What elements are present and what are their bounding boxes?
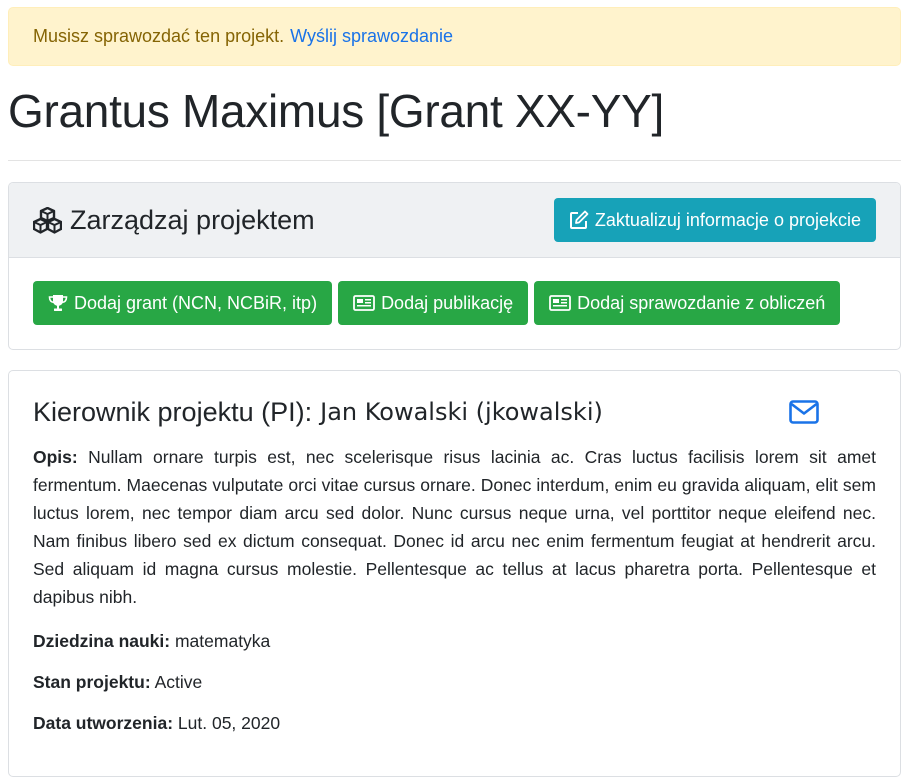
add-computation-report-label: Dodaj sprawozdanie z obliczeń xyxy=(577,292,826,313)
newspaper-icon xyxy=(549,295,572,311)
add-publication-button[interactable]: Dodaj publikację xyxy=(338,281,529,325)
manage-project-title: Zarządzaj projektem xyxy=(33,205,315,236)
project-state-value: Active xyxy=(154,672,203,692)
science-field: Dziedzina nauki: matematyka xyxy=(33,631,876,652)
update-project-info-label: Zaktualizuj informacje o projekcie xyxy=(594,209,861,230)
update-project-info-button[interactable]: Zaktualizuj informacje o projekcie xyxy=(553,198,876,242)
creation-date-value: Lut. 05, 2020 xyxy=(177,713,281,733)
project-description: Opis: Nullam ornare turpis est, nec scel… xyxy=(33,443,876,611)
manage-project-title-text: Zarządzaj projektem xyxy=(70,204,315,235)
science-field-value: matematyka xyxy=(174,631,271,651)
edit-icon xyxy=(569,210,589,230)
alert-text: Musisz sprawozdać ten projekt. xyxy=(33,26,285,46)
pi-label: Kierownik projektu (PI): xyxy=(33,396,313,427)
project-state-label: Stan projektu: xyxy=(33,672,151,692)
alert-banner: Musisz sprawozdać ten projekt. Wyślij sp… xyxy=(8,7,901,66)
add-grant-label: Dodaj grant (NCN, NCBiR, itp) xyxy=(74,292,318,313)
creation-date: Data utworzenia: Lut. 05, 2020 xyxy=(33,713,876,734)
science-field-label: Dziedzina nauki: xyxy=(33,631,171,651)
cubes-icon xyxy=(33,206,62,234)
project-state: Stan projektu: Active xyxy=(33,672,876,693)
pi-name: Jan Kowalski (jkowalski) xyxy=(320,398,603,426)
newspaper-icon xyxy=(353,295,375,311)
trophy-icon xyxy=(48,294,68,312)
send-report-link[interactable]: Wyślij sprawozdanie xyxy=(290,26,453,47)
divider xyxy=(8,160,901,161)
project-details-card: Kierownik projektu (PI): Jan Kowalski (j… xyxy=(8,370,901,777)
description-label: Opis: xyxy=(33,447,78,467)
description-text: Nullam ornare turpis est, nec scelerisqu… xyxy=(33,447,876,607)
manage-project-header: Zarządzaj projektem Zaktualizuj informac… xyxy=(9,183,900,258)
add-grant-button[interactable]: Dodaj grant (NCN, NCBiR, itp) xyxy=(33,281,333,325)
creation-date-label: Data utworzenia: xyxy=(33,713,174,733)
page-title: Grantus Maximus [Grant XX-YY] xyxy=(8,85,664,137)
manage-project-card: Zarządzaj projektem Zaktualizuj informac… xyxy=(8,182,901,350)
add-publication-label: Dodaj publikację xyxy=(381,292,514,313)
principal-investigator: Kierownik projektu (PI): Jan Kowalski (j… xyxy=(33,395,876,429)
envelope-icon[interactable] xyxy=(789,400,819,424)
add-computation-report-button[interactable]: Dodaj sprawozdanie z obliczeń xyxy=(534,281,841,325)
manage-project-actions: Dodaj grant (NCN, NCBiR, itp) Dodaj publ… xyxy=(9,258,900,325)
